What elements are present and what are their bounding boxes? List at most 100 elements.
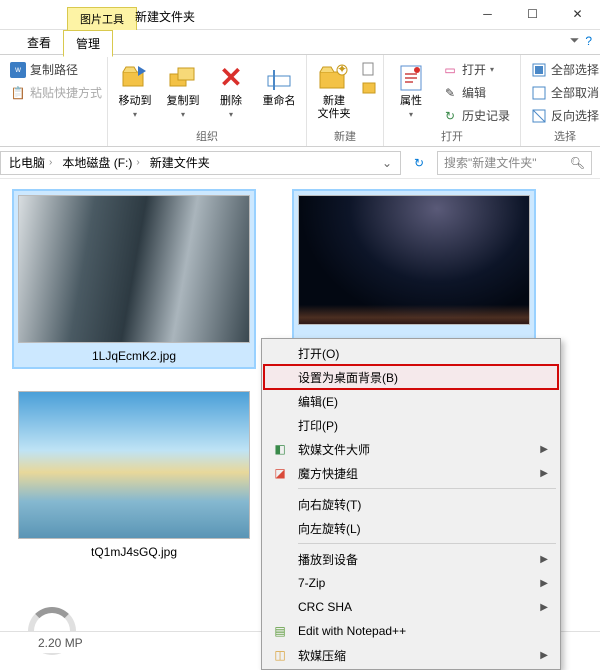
- group-open: 属性 ▾ ▭ 打开 ▾ ✎ 编辑 ↻ 历史记录 打开: [384, 55, 521, 146]
- paste-shortcut-icon: 📋: [10, 85, 26, 101]
- group-new: ✦ 新建 文件夹 新建: [307, 55, 384, 146]
- paste-shortcut-button: 📋 粘贴快捷方式: [6, 82, 106, 103]
- ctx-cast[interactable]: 播放到设备▶: [264, 547, 558, 571]
- svg-text:✦: ✦: [337, 62, 347, 76]
- select-all-button[interactable]: 全部选择: [527, 59, 600, 80]
- ribbon: w 复制路径 📋 粘贴快捷方式 移动到 ▾: [0, 55, 600, 147]
- history-icon: ↻: [442, 108, 458, 124]
- ctx-ruanmei-zip[interactable]: ◫ 软媒压缩▶: [264, 643, 558, 667]
- expand-ribbon-icon[interactable]: ⏷: [570, 33, 580, 48]
- group-select-label: 选择: [527, 126, 600, 144]
- copy-to-label: 复制到: [167, 95, 200, 108]
- window-title: 新建文件夹: [135, 8, 195, 25]
- copy-path-button[interactable]: w 复制路径: [6, 59, 106, 80]
- maximize-button[interactable]: ☐: [510, 0, 555, 28]
- rename-label: 重命名: [263, 95, 296, 108]
- group-select: 全部选择 全部取消 反向选择 选择: [521, 55, 600, 146]
- group-organize-label: 组织: [114, 126, 300, 144]
- breadcrumb-folder[interactable]: 新建文件夹: [146, 152, 214, 173]
- new-item-icon[interactable]: [361, 61, 377, 77]
- edit-button[interactable]: ✎ 编辑: [438, 82, 514, 103]
- context-menu: 打开(O) 设置为桌面背景(B) 编辑(E) 打印(P) ◧ 软媒文件大师▶ ◪…: [261, 338, 561, 670]
- edit-icon: ✎: [442, 85, 458, 101]
- address-bar[interactable]: 比电脑› 本地磁盘 (F:)› 新建文件夹 ⌄: [0, 151, 401, 175]
- search-input[interactable]: 搜索"新建文件夹" 🔍︎: [437, 151, 592, 175]
- submenu-arrow-icon: ▶: [540, 444, 548, 455]
- thumbnail: [18, 195, 250, 343]
- open-icon: ▭: [442, 62, 458, 78]
- copy-to-icon: [167, 61, 199, 93]
- open-label: 打开: [462, 61, 486, 78]
- rename-icon: [263, 61, 295, 93]
- ribbon-tabs-row: 查看 管理 ⏷ ?: [0, 30, 600, 55]
- new-folder-label: 新建 文件夹: [318, 95, 351, 121]
- chevron-right-icon: ›: [136, 157, 139, 168]
- minimize-button[interactable]: ─: [465, 0, 510, 28]
- address-dropdown-icon[interactable]: ⌄: [378, 156, 396, 170]
- submenu-arrow-icon: ▶: [540, 650, 548, 661]
- ctx-crc[interactable]: CRC SHA▶: [264, 595, 558, 619]
- tab-manage[interactable]: 管理: [63, 30, 113, 57]
- invert-selection-button[interactable]: 反向选择: [527, 105, 600, 126]
- copy-to-button[interactable]: 复制到 ▾: [162, 59, 204, 121]
- copy-path-label: 复制路径: [30, 61, 78, 78]
- history-button[interactable]: ↻ 历史记录: [438, 105, 514, 126]
- file-item-selected[interactable]: 1LJqEcmK2.jpg: [14, 191, 254, 367]
- submenu-arrow-icon: ▶: [540, 554, 548, 565]
- properties-button[interactable]: 属性 ▾: [390, 59, 432, 121]
- invert-selection-icon: [531, 108, 547, 124]
- group-clipboard: w 复制路径 📋 粘贴快捷方式: [0, 55, 108, 146]
- ctx-notepadpp[interactable]: ▤ Edit with Notepad++: [264, 619, 558, 643]
- new-folder-button[interactable]: ✦ 新建 文件夹: [313, 59, 355, 123]
- breadcrumb-pc[interactable]: 比电脑›: [5, 152, 56, 173]
- ctx-open[interactable]: 打开(O): [264, 341, 558, 365]
- app-icon: ◪: [272, 465, 288, 481]
- new-folder-icon: ✦: [318, 61, 350, 93]
- file-item[interactable]: tQ1mJ4sGQ.jpg: [14, 391, 254, 559]
- chevron-down-icon: ▾: [133, 110, 137, 119]
- separator: [298, 488, 556, 489]
- chevron-down-icon: ▾: [229, 110, 233, 119]
- chevron-down-icon: ▾: [490, 65, 494, 74]
- ctx-7zip[interactable]: 7-Zip▶: [264, 571, 558, 595]
- ctx-set-wallpaper[interactable]: 设置为桌面背景(B): [264, 365, 558, 389]
- contextual-tab-picture-tools[interactable]: 图片工具: [67, 7, 137, 30]
- select-none-button[interactable]: 全部取消: [527, 82, 600, 103]
- ctx-rotate-right[interactable]: 向右旋转(T): [264, 492, 558, 516]
- move-to-button[interactable]: 移动到 ▾: [114, 59, 156, 121]
- submenu-arrow-icon: ▶: [540, 578, 548, 589]
- open-button[interactable]: ▭ 打开 ▾: [438, 59, 514, 80]
- search-icon: 🔍︎: [570, 156, 585, 170]
- select-all-icon: [531, 62, 547, 78]
- delete-button[interactable]: ✕ 删除 ▾: [210, 59, 252, 121]
- file-name: 1LJqEcmK2.jpg: [92, 349, 176, 363]
- group-organize: 移动到 ▾ 复制到 ▾ ✕ 删除 ▾ 重命名 组织: [108, 55, 307, 146]
- paste-shortcut-label: 粘贴快捷方式: [30, 84, 102, 101]
- easy-access-icon[interactable]: [361, 79, 377, 95]
- tab-view[interactable]: 查看: [15, 30, 63, 55]
- move-to-label: 移动到: [119, 95, 152, 108]
- group-new-label: 新建: [313, 126, 377, 144]
- chevron-down-icon: ▾: [409, 110, 413, 119]
- ctx-mofang[interactable]: ◪ 魔方快捷组▶: [264, 461, 558, 485]
- group-clipboard-label: [6, 142, 101, 144]
- app-icon: ◧: [272, 441, 288, 457]
- refresh-button[interactable]: ↻: [407, 151, 431, 175]
- breadcrumb-drive[interactable]: 本地磁盘 (F:)›: [58, 152, 143, 173]
- rename-button[interactable]: 重命名: [258, 59, 300, 110]
- ctx-rotate-left[interactable]: 向左旋转(L): [264, 516, 558, 540]
- address-bar-row: 比电脑› 本地磁盘 (F:)› 新建文件夹 ⌄ ↻ 搜索"新建文件夹" 🔍︎: [0, 147, 600, 179]
- ctx-edit[interactable]: 编辑(E): [264, 389, 558, 413]
- zip-icon: ◫: [272, 647, 288, 663]
- select-none-icon: [531, 85, 547, 101]
- select-all-label: 全部选择: [551, 61, 599, 78]
- help-icon[interactable]: ?: [585, 34, 592, 48]
- notepadpp-icon: ▤: [272, 623, 288, 639]
- chevron-down-icon: ▾: [181, 110, 185, 119]
- chevron-right-icon: ›: [49, 157, 52, 168]
- ctx-ruanmei-master[interactable]: ◧ 软媒文件大师▶: [264, 437, 558, 461]
- close-button[interactable]: ✕: [555, 0, 600, 28]
- thumbnail: [298, 195, 530, 325]
- ctx-print[interactable]: 打印(P): [264, 413, 558, 437]
- history-label: 历史记录: [462, 107, 510, 124]
